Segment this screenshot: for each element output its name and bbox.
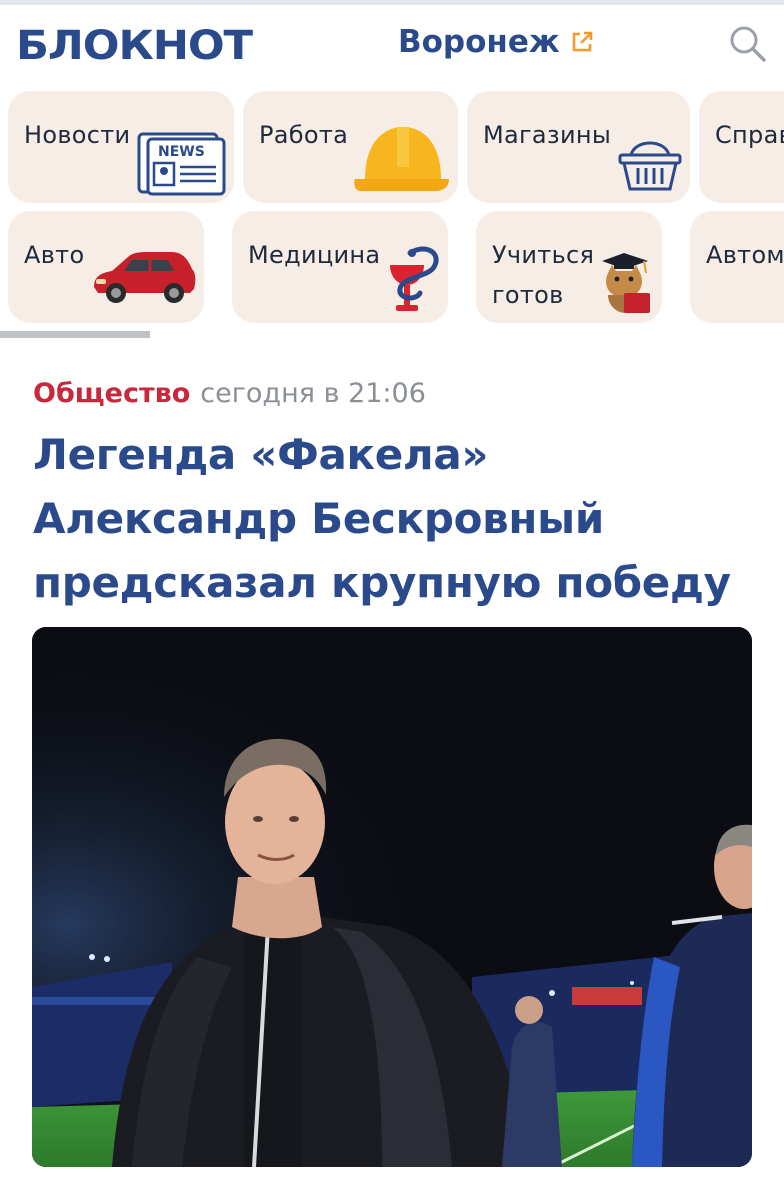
- category-label: Авто: [24, 241, 85, 269]
- external-link-icon: [572, 31, 593, 52]
- svg-text:БЛОКНОТ: БЛОКНОТ: [16, 23, 254, 64]
- category-label: Справ: [715, 121, 784, 149]
- article-rubric[interactable]: Общество: [33, 378, 190, 409]
- top-divider: [0, 0, 784, 5]
- cat-student-icon: [602, 253, 650, 313]
- category-carousel[interactable]: Новости NEWS Работа Магазины Спра Авто М…: [0, 88, 784, 333]
- newspaper-icon: NEWS: [137, 132, 226, 196]
- search-icon[interactable]: [728, 24, 768, 64]
- category-medicine[interactable]: Медицина: [232, 211, 448, 323]
- article-time: сегодня в 21:06: [200, 378, 426, 409]
- category-label: Новости: [24, 121, 131, 149]
- category-auto-second[interactable]: Автом: [690, 211, 784, 323]
- logo[interactable]: БЛОКНОТ: [14, 22, 254, 64]
- carousel-scroll-indicator[interactable]: [0, 331, 150, 338]
- car-icon: [94, 252, 196, 303]
- category-label: Автом: [706, 241, 784, 269]
- article-photo[interactable]: [32, 627, 752, 1167]
- category-label: Магазины: [483, 121, 612, 149]
- category-auto[interactable]: Авто: [8, 211, 204, 323]
- city-selector[interactable]: Воронеж: [398, 24, 594, 60]
- category-work[interactable]: Работа: [243, 91, 458, 203]
- hard-hat-icon: [354, 127, 449, 191]
- svg-text:NEWS: NEWS: [158, 144, 205, 160]
- category-reference[interactable]: Справ: [699, 91, 784, 203]
- shopping-basket-icon: [618, 141, 682, 191]
- category-label: Медицина: [248, 241, 381, 269]
- category-label: Учиться готов: [492, 241, 595, 309]
- article-photo-illustration: [32, 627, 752, 1167]
- category-study[interactable]: Учиться готов: [476, 211, 662, 323]
- category-news[interactable]: Новости NEWS: [8, 91, 234, 203]
- category-label: Работа: [259, 121, 349, 149]
- city-name: Воронеж: [398, 24, 560, 60]
- category-shops[interactable]: Магазины: [467, 91, 690, 203]
- article-meta: Общество сегодня в 21:06: [33, 378, 426, 409]
- pharmacy-icon: [390, 246, 439, 311]
